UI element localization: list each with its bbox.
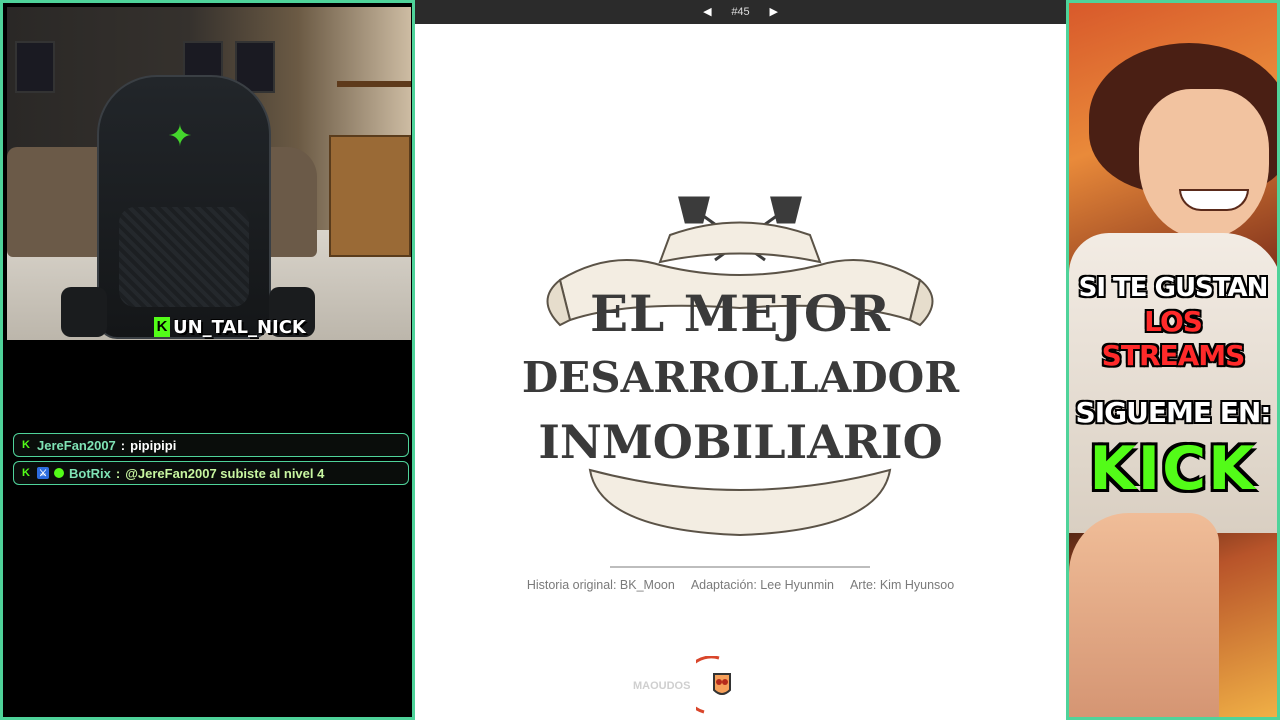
promo-line-2: LOS STREAMS: [1101, 305, 1246, 372]
kick-wordmark: KICK: [1089, 434, 1257, 504]
comic-title: EL MEJOR DESARROLLADOR INMOBILIARIO: [415, 282, 1066, 474]
title-line-1: EL MEJOR: [590, 284, 891, 343]
chat-message: K ⚔ BotRix : @JereFan2007 subiste al niv…: [13, 461, 409, 485]
bottom-scroll: [588, 468, 892, 537]
chat-message: K JereFan2007 : pipipipi: [13, 433, 409, 457]
razer-logo-icon: ✦: [167, 120, 193, 153]
comic-credits: Historia original: BK_Moon Adaptación: L…: [415, 578, 1066, 592]
title-line-3: INMOBILIARIO: [538, 415, 943, 469]
chair-armrest: [61, 287, 107, 337]
wall-shelf: [337, 81, 411, 87]
character-face: [1139, 89, 1269, 239]
promo-line-3: SIGUEME EN:: [1075, 396, 1272, 429]
demon-shield-logo-icon: [696, 656, 732, 714]
character-grin: [1179, 189, 1249, 211]
credits-divider: [610, 566, 870, 568]
credit-original-story: Historia original: BK_Moon: [526, 578, 675, 592]
wall-poster: [15, 41, 55, 93]
prev-page-button[interactable]: ◀: [697, 2, 717, 22]
chat-username: JereFan2007: [37, 437, 116, 453]
kick-badge-icon: K: [22, 467, 30, 479]
credit-art: Arte: Kim Hyunsoo: [849, 578, 955, 592]
chat-separator: :: [115, 465, 121, 481]
bot-badge-icon: [54, 468, 64, 478]
chat-text: @JereFan2007 subiste al nivel 4: [125, 465, 325, 481]
reader-toolbar: ◀ #45 ▶: [415, 0, 1066, 24]
chat-separator: :: [120, 437, 126, 453]
streamer-name: UN_TAL_NICK: [173, 316, 306, 338]
watermark-label: MAOUDOS: [633, 680, 691, 692]
streamer-name-overlay: K UN_TAL_NICK: [154, 315, 306, 339]
kick-badge-icon: K: [22, 439, 30, 451]
wood-cabinet: [329, 135, 411, 257]
comic-reader: ◀ #45 ▶ EL MEJOR DESARROLLADOR INMOBILIA…: [415, 0, 1066, 720]
webcam-feed: ✦ K UN_TAL_NICK: [7, 7, 411, 340]
chat-overlay: K JereFan2007 : pipipipi K ⚔ BotRix : @J…: [13, 433, 409, 489]
promo-text: SI TE GUSTAN LOS STREAMS SIGUEME EN: KIC…: [1069, 271, 1277, 503]
moderator-badge-icon: ⚔: [37, 467, 49, 479]
page-indicator: #45: [731, 6, 750, 18]
chat-text: pipipipi: [130, 437, 177, 453]
character-arm: [1069, 513, 1219, 717]
chair-cushion: [119, 207, 249, 307]
top-scroll: [658, 221, 822, 264]
kick-logo-icon: K: [154, 317, 170, 337]
credit-adaptation: Adaptación: Lee Hyunmin: [690, 578, 834, 592]
next-page-button[interactable]: ▶: [764, 2, 784, 22]
scanlation-watermark: MAOUDOS: [633, 656, 742, 716]
promo-line-1: SI TE GUSTAN: [1078, 273, 1269, 303]
stream-left-panel: ✦ K UN_TAL_NICK K JereFan2007 : pipipipi…: [0, 0, 415, 720]
title-line-2: DESARROLLADOR: [521, 353, 960, 402]
chat-username: BotRix: [69, 465, 111, 481]
kick-promo-panel: SI TE GUSTAN LOS STREAMS SIGUEME EN: KIC…: [1066, 0, 1280, 720]
